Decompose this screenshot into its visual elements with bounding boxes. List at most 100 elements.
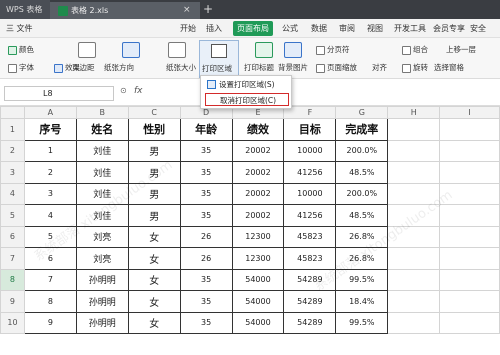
row-header[interactable]: 1 (0, 118, 25, 141)
theme-font-button[interactable]: 字体 (8, 62, 34, 73)
menu-developer[interactable]: 开发工具 (394, 19, 426, 38)
data-cell[interactable]: 35 (179, 268, 233, 291)
menu-security[interactable]: 安全 (470, 19, 486, 38)
background-image-label[interactable]: 背景图片 (278, 62, 308, 73)
background-image-icon[interactable] (284, 42, 302, 58)
print-area-button[interactable]: 打印区域 (199, 40, 239, 78)
empty-cell[interactable] (439, 139, 500, 162)
data-cell[interactable]: 12300 (231, 247, 285, 270)
data-cell[interactable]: 8 (23, 290, 77, 313)
file-menu[interactable]: 三 文件 (6, 19, 33, 38)
empty-cell[interactable] (387, 290, 441, 313)
data-cell[interactable]: 女 (127, 225, 181, 248)
header-cell[interactable]: 序号 (23, 118, 77, 141)
data-cell[interactable]: 200.0% (335, 182, 389, 205)
data-cell[interactable]: 刘佳 (75, 139, 129, 162)
name-box[interactable]: L8 (4, 86, 114, 101)
data-cell[interactable]: 20002 (231, 161, 285, 184)
data-cell[interactable]: 男 (127, 182, 181, 205)
cancel-print-area-item[interactable]: 取消打印区域(C) (205, 93, 289, 106)
empty-cell[interactable] (439, 182, 500, 205)
data-cell[interactable]: 35 (179, 182, 233, 205)
header-cell[interactable]: 姓名 (75, 118, 129, 141)
data-cell[interactable]: 女 (127, 268, 181, 291)
data-cell[interactable]: 男 (127, 161, 181, 184)
empty-cell[interactable] (439, 225, 500, 248)
data-cell[interactable]: 3 (23, 182, 77, 205)
select-pane-button[interactable]: 选择窗格 (434, 62, 464, 73)
data-cell[interactable]: 35 (179, 311, 233, 334)
data-cell[interactable]: 35 (179, 204, 233, 227)
empty-cell[interactable] (439, 268, 500, 291)
data-cell[interactable]: 54289 (283, 268, 337, 291)
margins-label[interactable]: 页边距 (72, 62, 95, 73)
data-cell[interactable]: 10000 (283, 182, 337, 205)
new-tab-button[interactable]: + (203, 0, 213, 19)
data-cell[interactable]: 54000 (231, 290, 285, 313)
column-header[interactable]: I (439, 106, 500, 119)
column-header[interactable]: B (75, 106, 129, 119)
data-cell[interactable]: 刘佳 (75, 204, 129, 227)
header-cell[interactable]: 绩效 (231, 118, 285, 141)
paper-size-icon[interactable] (168, 42, 186, 58)
column-header[interactable]: C (127, 106, 181, 119)
page-zoom-button[interactable]: 页面缩放 (316, 62, 357, 73)
empty-cell[interactable] (387, 311, 441, 334)
header-cell[interactable]: 年龄 (179, 118, 233, 141)
orientation-icon[interactable] (122, 42, 140, 58)
data-cell[interactable]: 99.5% (335, 311, 389, 334)
data-cell[interactable]: 35 (179, 161, 233, 184)
data-cell[interactable]: 54000 (231, 311, 285, 334)
empty-cell[interactable] (439, 290, 500, 313)
data-cell[interactable]: 女 (127, 311, 181, 334)
data-cell[interactable]: 男 (127, 139, 181, 162)
empty-cell[interactable] (439, 311, 500, 334)
data-cell[interactable]: 4 (23, 204, 77, 227)
document-tab[interactable]: 表格 2.xls (50, 2, 200, 19)
empty-cell[interactable] (439, 247, 500, 270)
empty-cell[interactable] (387, 182, 441, 205)
data-cell[interactable]: 刘佳 (75, 182, 129, 205)
data-cell[interactable]: 10000 (283, 139, 337, 162)
data-cell[interactable]: 45823 (283, 247, 337, 270)
empty-cell[interactable] (439, 204, 500, 227)
empty-cell[interactable] (387, 225, 441, 248)
print-titles-label[interactable]: 打印标题 (244, 62, 274, 73)
row-header[interactable]: 7 (0, 247, 25, 270)
data-cell[interactable]: 200.0% (335, 139, 389, 162)
data-cell[interactable]: 48.5% (335, 161, 389, 184)
column-header[interactable]: H (387, 106, 441, 119)
data-cell[interactable]: 刘佳 (75, 161, 129, 184)
page-break-button[interactable]: 分页符 (316, 44, 350, 55)
margins-icon[interactable] (78, 42, 96, 58)
data-cell[interactable]: 99.5% (335, 268, 389, 291)
fx-icon[interactable]: fx (134, 86, 143, 96)
empty-cell[interactable] (387, 161, 441, 184)
select-all-corner[interactable] (0, 106, 25, 119)
data-cell[interactable]: 18.4% (335, 290, 389, 313)
empty-cell[interactable] (387, 247, 441, 270)
data-cell[interactable]: 41256 (283, 161, 337, 184)
empty-cell[interactable] (387, 204, 441, 227)
data-cell[interactable]: 7 (23, 268, 77, 291)
row-header[interactable]: 3 (0, 161, 25, 184)
menu-review[interactable]: 审阅 (339, 19, 355, 38)
app-tab[interactable]: WPS 表格 (0, 0, 50, 19)
empty-cell[interactable] (387, 268, 441, 291)
data-cell[interactable]: 20002 (231, 139, 285, 162)
row-header[interactable]: 6 (0, 225, 25, 248)
data-cell[interactable]: 刘亮 (75, 247, 129, 270)
data-cell[interactable]: 12300 (231, 225, 285, 248)
column-header[interactable]: G (335, 106, 389, 119)
menu-view[interactable]: 视图 (367, 19, 383, 38)
close-tab-button[interactable]: × (183, 2, 191, 19)
header-cell[interactable]: 完成率 (335, 118, 389, 141)
theme-color-button[interactable]: 颜色 (8, 44, 34, 55)
data-cell[interactable]: 41256 (283, 204, 337, 227)
empty-cell[interactable] (439, 161, 500, 184)
header-cell[interactable]: 性别 (127, 118, 181, 141)
data-cell[interactable]: 5 (23, 225, 77, 248)
empty-cell[interactable] (439, 118, 500, 141)
row-header[interactable]: 10 (0, 311, 25, 334)
data-cell[interactable]: 26.8% (335, 225, 389, 248)
